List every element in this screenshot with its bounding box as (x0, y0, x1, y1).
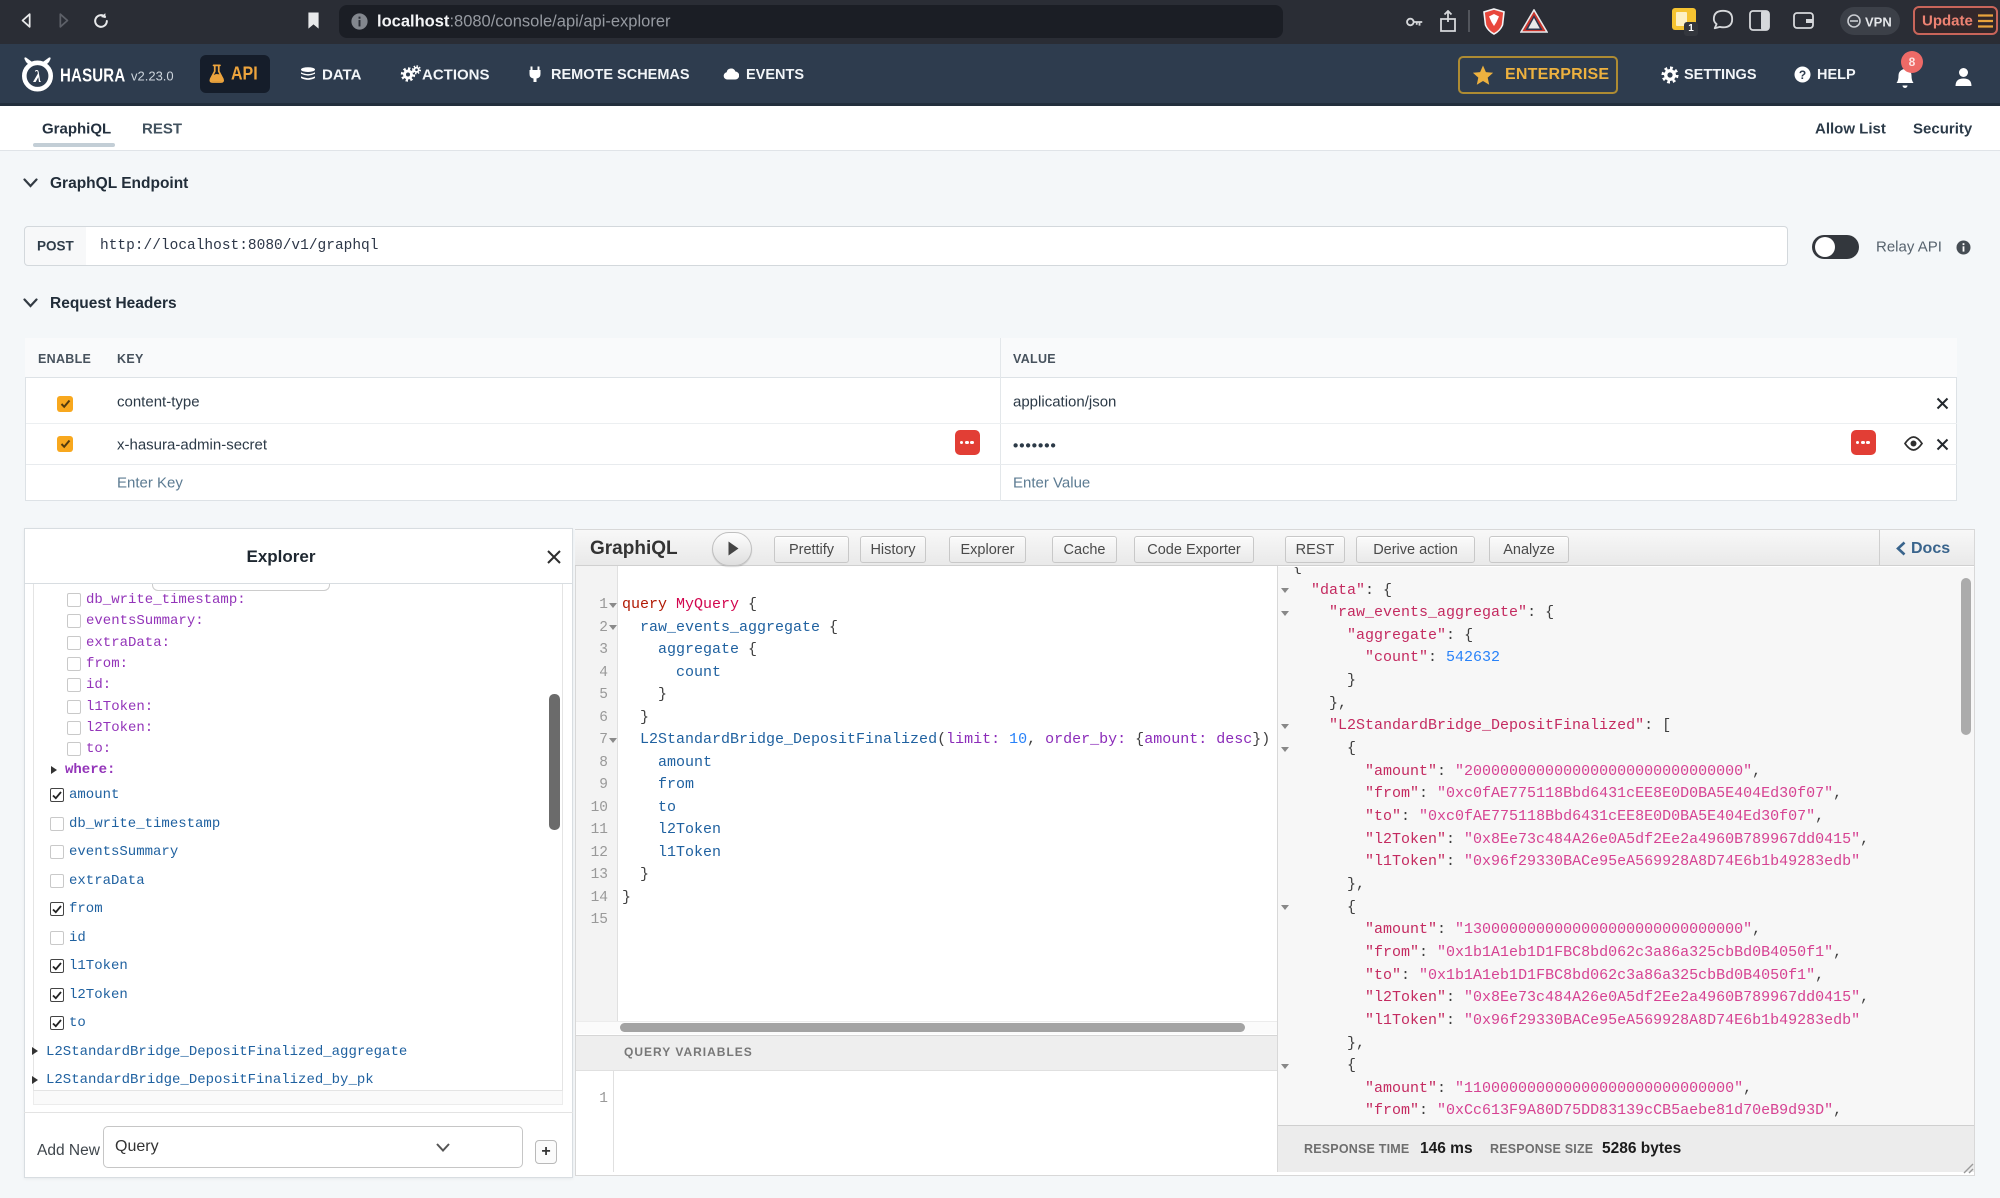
svg-text:?: ? (1799, 68, 1806, 82)
svg-text:λ: λ (33, 67, 42, 86)
